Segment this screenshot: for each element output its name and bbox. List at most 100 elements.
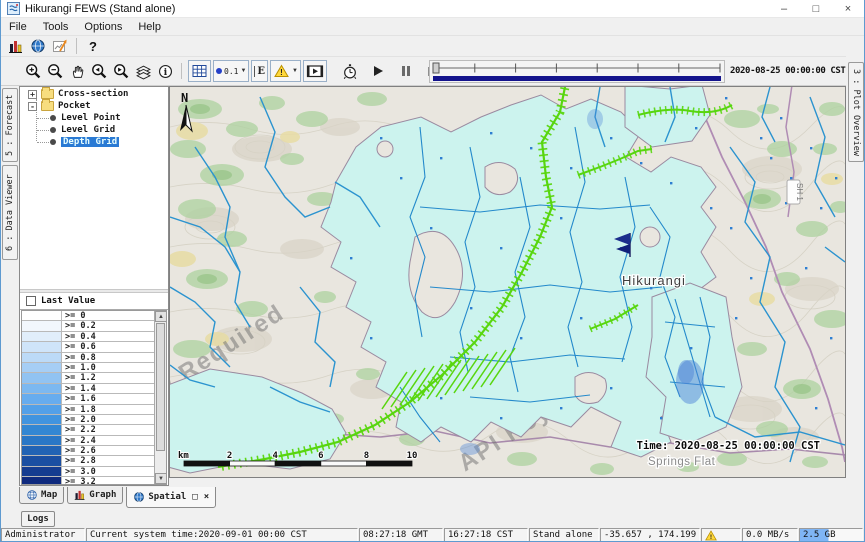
legend-row[interactable]: >= 3.0 bbox=[22, 467, 166, 477]
time-slider[interactable] bbox=[429, 60, 725, 83]
legend-row[interactable]: >= 2.8 bbox=[22, 456, 166, 466]
warning-triangle-icon: ! bbox=[273, 63, 290, 79]
scrollbar-thumb[interactable] bbox=[156, 323, 165, 451]
legend-row[interactable]: >= 1.0 bbox=[22, 363, 166, 373]
last-value-checkbox[interactable] bbox=[26, 296, 36, 306]
legend-header: Last Value bbox=[20, 293, 168, 310]
legend-row-label: >= 0.2 bbox=[62, 321, 166, 330]
database-display-button[interactable] bbox=[6, 37, 26, 55]
legend-row[interactable]: >= 2.2 bbox=[22, 425, 166, 435]
filters-tree: + Cross-section - Pocket Level Point Lev… bbox=[20, 87, 168, 289]
timeseries-display-button[interactable] bbox=[50, 37, 70, 55]
pan-button[interactable] bbox=[67, 62, 87, 80]
sidebar-tab-data-viewer[interactable]: 6 : Data Viewer bbox=[2, 165, 18, 260]
status-warning-cell[interactable]: ! bbox=[701, 528, 741, 542]
legend-row[interactable]: >= 0.2 bbox=[22, 321, 166, 331]
info-icon: i bbox=[157, 63, 174, 80]
legend-row[interactable]: >= 2.0 bbox=[22, 415, 166, 425]
layers-button[interactable] bbox=[133, 62, 153, 80]
sidebar-tab-plot-overview[interactable]: 3 : Plot Overview bbox=[848, 62, 864, 162]
tree-item-depth-grid[interactable]: Depth Grid bbox=[50, 136, 119, 148]
legend-scrollbar[interactable]: ▲ ▼ bbox=[154, 311, 166, 484]
tree-connector bbox=[37, 142, 49, 143]
legend-row-label: >= 1.4 bbox=[62, 384, 166, 393]
legend-row[interactable]: >= 0.8 bbox=[22, 353, 166, 363]
legend-row[interactable]: >= 0 bbox=[22, 311, 166, 321]
legend-row[interactable]: >= 2.6 bbox=[22, 446, 166, 456]
window-title: Hikurangi FEWS (Stand alone) bbox=[25, 3, 175, 15]
legend-color-swatch bbox=[22, 436, 62, 445]
tab-close-icon[interactable]: × bbox=[204, 492, 209, 502]
legend-row[interactable]: >= 0.6 bbox=[22, 342, 166, 352]
maximize-button[interactable]: □ bbox=[800, 0, 832, 17]
warning-dropdown[interactable]: ! ▼ bbox=[270, 60, 301, 82]
tree-item-level-grid[interactable]: Level Grid bbox=[50, 124, 115, 136]
menu-options[interactable]: Options bbox=[76, 21, 130, 33]
legend-row-label: >= 1.0 bbox=[62, 363, 166, 372]
tab-maximize-icon[interactable]: □ bbox=[192, 492, 197, 502]
zoom-in-icon bbox=[25, 63, 42, 80]
legend-row[interactable]: >= 0.4 bbox=[22, 332, 166, 342]
legend-row-label: >= 2.4 bbox=[62, 436, 166, 445]
svg-text:6: 6 bbox=[318, 451, 323, 461]
zoom-previous-button[interactable] bbox=[89, 62, 109, 80]
time-slider-graphic bbox=[430, 61, 724, 82]
play-button[interactable] bbox=[369, 62, 389, 80]
status-mode: Stand alone bbox=[529, 528, 599, 542]
tab-map[interactable]: Map bbox=[19, 487, 64, 504]
timer-clock-icon bbox=[341, 63, 359, 80]
tree-item-label: Pocket bbox=[58, 101, 91, 111]
sidebar-tab-forecast-label: 5 : Forecast bbox=[5, 94, 15, 155]
zoom-in-button[interactable] bbox=[23, 62, 43, 80]
help-button[interactable]: ? bbox=[83, 37, 103, 55]
interval-value: 0.1 bbox=[224, 67, 238, 76]
menu-bar: File Tools Options Help bbox=[1, 18, 864, 35]
menu-help[interactable]: Help bbox=[130, 21, 169, 33]
map-display-button[interactable] bbox=[28, 37, 48, 55]
zoom-next-button[interactable] bbox=[111, 62, 131, 80]
sidebar-tab-forecast[interactable]: 5 : Forecast bbox=[2, 88, 18, 162]
animation-timer-button[interactable] bbox=[340, 62, 360, 80]
info-button[interactable]: i bbox=[155, 62, 175, 80]
tree-item-pocket[interactable]: - Pocket bbox=[28, 100, 91, 112]
spatial-map[interactable]: API Key Required API Key Required bbox=[169, 86, 846, 478]
legend-row[interactable]: >= 1.4 bbox=[22, 384, 166, 394]
tab-graph[interactable]: Graph bbox=[67, 487, 123, 504]
close-button[interactable]: × bbox=[832, 0, 864, 17]
main-toolbar: ? bbox=[1, 35, 864, 56]
menu-tools[interactable]: Tools bbox=[35, 21, 77, 33]
tab-spatial[interactable]: Spatial □ × bbox=[126, 487, 216, 508]
animation-panel-button[interactable] bbox=[303, 60, 327, 82]
collapse-icon[interactable]: - bbox=[28, 102, 37, 111]
menu-file[interactable]: File bbox=[1, 21, 35, 33]
legend-row[interactable]: >= 1.2 bbox=[22, 373, 166, 383]
legend-row[interactable]: >= 1.8 bbox=[22, 405, 166, 415]
legend-row-label: >= 2.2 bbox=[62, 425, 166, 434]
legend-row-label: >= 2.6 bbox=[62, 446, 166, 455]
zoom-out-button[interactable] bbox=[45, 62, 65, 80]
road-shield: SH 1 bbox=[787, 180, 804, 204]
legend-color-swatch bbox=[22, 353, 62, 362]
scroll-down-button[interactable]: ▼ bbox=[155, 473, 167, 484]
legend-row[interactable]: >= 2.4 bbox=[22, 436, 166, 446]
sidebar-tab-data-viewer-label: 6 : Data Viewer bbox=[5, 174, 15, 251]
status-system-time: Current system time:2020-09-01 00:00 CST bbox=[86, 528, 358, 542]
grid-display-button[interactable] bbox=[188, 60, 211, 82]
contour-interval-dropdown[interactable]: 0.1 ▼ bbox=[213, 60, 249, 82]
legend-toggle-button[interactable]: E bbox=[251, 60, 268, 82]
svg-text:N: N bbox=[181, 91, 188, 105]
legend-row-label: >= 2.8 bbox=[62, 456, 166, 465]
expand-icon[interactable]: + bbox=[28, 90, 37, 99]
bar-chart-icon bbox=[74, 489, 86, 501]
svg-text:SH 1: SH 1 bbox=[795, 183, 804, 201]
tree-item-level-point[interactable]: Level Point bbox=[50, 112, 121, 124]
logs-button[interactable]: Logs bbox=[21, 511, 55, 527]
place-label-springs-flat: Springs Flat bbox=[648, 456, 716, 468]
legend-row[interactable]: >= 3.2 bbox=[22, 477, 166, 485]
legend-row[interactable]: >= 1.6 bbox=[22, 394, 166, 404]
svg-text:10: 10 bbox=[407, 451, 418, 461]
folder-icon bbox=[41, 101, 54, 111]
pause-button[interactable] bbox=[396, 62, 416, 80]
minimize-button[interactable]: – bbox=[768, 0, 800, 17]
scroll-up-button[interactable]: ▲ bbox=[155, 311, 167, 322]
